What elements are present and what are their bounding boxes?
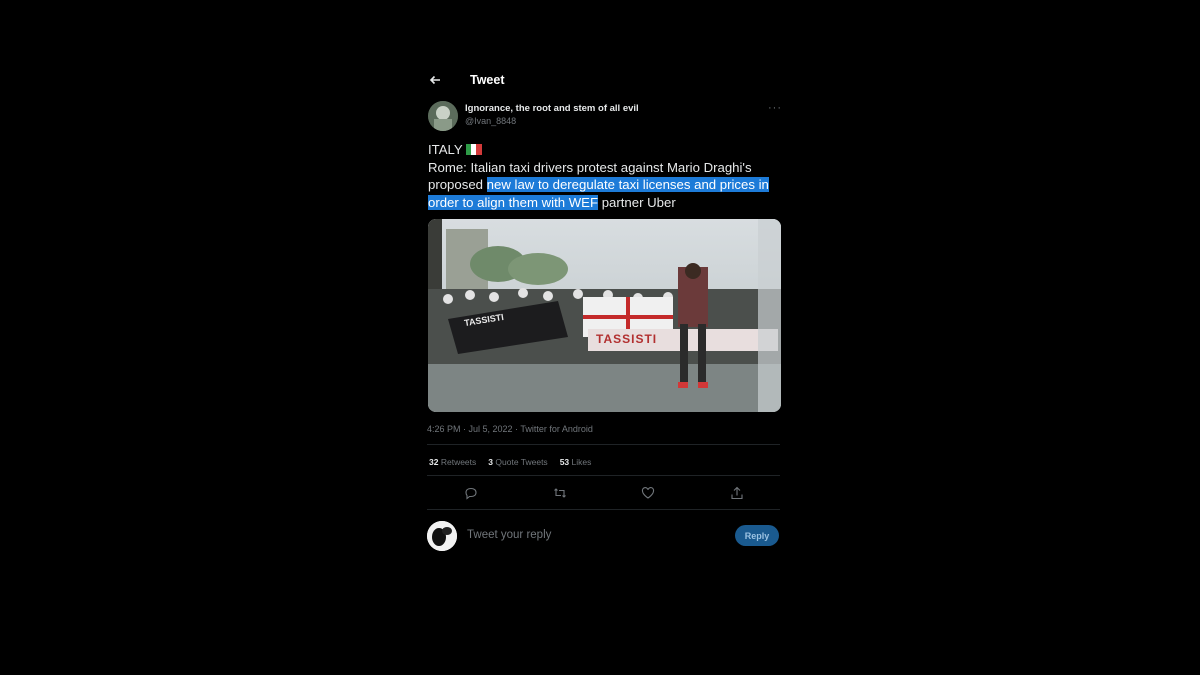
action-bar [420,486,788,504]
tweet-text-plain-end: partner Uber [598,194,676,210]
page-title: Tweet [470,73,505,87]
more-icon[interactable]: ··· [768,102,782,114]
italy-flag-icon [465,142,482,155]
user-handle[interactable]: @Ivan_8848 [465,116,516,126]
media-banner-right: TASSISTI [596,332,658,346]
tweet-video[interactable]: TASSISTI TASSISTI [428,219,781,412]
quotes-label: Quote Tweets [495,457,548,467]
tweet-view: Tweet Ignorance, the root and stem of al… [420,60,788,560]
quotes-count: 3 [488,457,494,467]
reply-composer: Tweet your reply Reply [427,519,782,551]
tweet-text: ITALY Rome: Italian taxi drivers protest… [428,141,788,211]
display-name[interactable]: Ignorance, the root and stem of all evil [465,103,639,114]
quote-tweets-stat[interactable]: 3 Quote Tweets [488,457,547,467]
likes-stat[interactable]: 53 Likes [560,457,592,467]
reply-button[interactable]: Reply [735,525,779,546]
retweets-stat[interactable]: 32 Retweets [429,457,476,467]
user-avatar[interactable] [427,521,457,551]
retweets-count: 32 [429,457,439,467]
arrow-left-icon[interactable] [428,73,442,87]
likes-count: 53 [559,457,570,467]
tweet-text-line1: ITALY [428,142,463,157]
heart-icon[interactable] [641,486,657,502]
header: Tweet [428,70,505,90]
retweets-label: Retweets [440,457,477,467]
comment-icon[interactable] [464,486,480,502]
divider [427,444,780,445]
reply-input[interactable]: Tweet your reply [467,529,551,541]
likes-label: Likes [571,457,592,467]
avatar[interactable] [428,101,458,131]
retweet-icon[interactable] [553,486,569,502]
divider [427,509,780,510]
tweet-timestamp[interactable]: 4:26 PM · Jul 5, 2022 · Twitter for Andr… [427,424,593,434]
tweet-stats: 32 Retweets 3 Quote Tweets 53 Likes [429,457,591,467]
divider [427,475,780,476]
share-icon[interactable] [730,486,746,502]
